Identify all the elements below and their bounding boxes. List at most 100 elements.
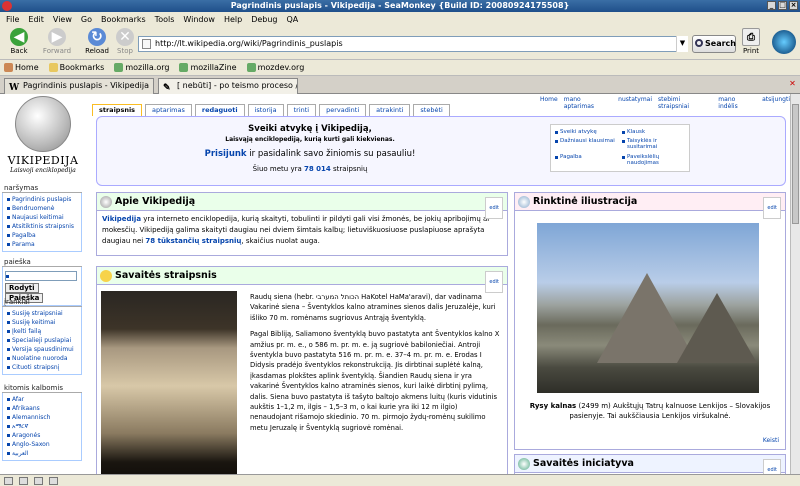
user-link-logout[interactable]: atsijungti: [762, 96, 790, 110]
quick-link-ask[interactable]: Klausk: [622, 129, 685, 136]
quick-link-policies[interactable]: Taisyklės ir susitarimai: [622, 138, 685, 151]
url-input[interactable]: http://lt.wikipedia.org/wiki/Pagrindinis…: [138, 36, 688, 52]
tab-unprotect[interactable]: atrakinti: [369, 104, 411, 116]
user-link-talk[interactable]: mano aptarimas: [564, 96, 612, 110]
tab-watch[interactable]: stebėti: [413, 104, 450, 116]
magnifier-icon: [695, 39, 703, 47]
menu-tools[interactable]: Tools: [155, 15, 175, 24]
status-icon-3[interactable]: [34, 476, 43, 485]
printer-icon: ⎙: [742, 28, 760, 46]
tool-upload-file[interactable]: Įkelti failą: [7, 327, 79, 336]
go-button[interactable]: Rodyti: [5, 283, 39, 293]
count-prefix: Šiuo metu yra: [252, 165, 304, 173]
edit-initiative-button[interactable]: edit: [763, 459, 781, 474]
tool-special-pages[interactable]: Specialieji puslapiai: [7, 336, 79, 345]
lang-alemannisch[interactable]: Alemannisch: [7, 413, 79, 422]
menu-help[interactable]: Help: [224, 15, 242, 24]
page-tabs: straipsnis aptarimas redaguoti istorija …: [92, 104, 450, 116]
lang-aragones[interactable]: Aragonés: [7, 431, 79, 440]
sidebar-item-help[interactable]: Pagalba: [7, 231, 79, 240]
edit-about-button[interactable]: edit: [485, 197, 503, 219]
user-link-watchlist[interactable]: stebimi straipsniai: [658, 96, 712, 110]
maximize-button[interactable]: □: [778, 1, 787, 10]
print-button[interactable]: ⎙ Print: [736, 28, 766, 58]
sidebar-item-recent-changes[interactable]: Naujausi keitimai: [7, 213, 79, 222]
back-label: Back: [10, 47, 28, 55]
menu-qa[interactable]: QA: [287, 15, 299, 24]
logo-name: VIKIPEDIJA: [7, 154, 79, 167]
about-paragraph: Vikipedija yra interneto enciklopedija, …: [97, 211, 507, 250]
lang-afrikaans[interactable]: Afrikaans: [7, 404, 79, 413]
user-link-contributions[interactable]: mano indėlis: [718, 96, 756, 110]
join-link[interactable]: Prisijunk: [205, 149, 247, 159]
quick-link-images[interactable]: Paveikslėlių naudojimas: [622, 154, 685, 167]
western-wall-image[interactable]: [101, 291, 237, 474]
edit-featured-button[interactable]: edit: [763, 197, 781, 219]
vertical-scrollbar[interactable]: [790, 94, 800, 474]
browser-tab-2[interactable]: ✎ [ nebūti] - po teismo proceso / K...: [158, 78, 298, 94]
stop-button[interactable]: ✕ Stop: [108, 28, 142, 58]
initiative-heading: Savaitės iniciatyva edit: [515, 455, 785, 474]
scrollbar-thumb[interactable]: [792, 104, 799, 224]
bookmark-mozillazine[interactable]: mozillaZine: [179, 63, 237, 72]
tool-printable[interactable]: Versija spausdinimui: [7, 345, 79, 354]
tool-related-changes[interactable]: Susiję keitimai: [7, 318, 79, 327]
tool-permanent-link[interactable]: Nuolatine nuoroda: [7, 354, 79, 363]
menu-window[interactable]: Window: [183, 15, 215, 24]
bookmark-bookmarks[interactable]: Bookmarks: [48, 63, 104, 72]
tab-history[interactable]: istorija: [247, 104, 284, 116]
quick-link-faq[interactable]: Dažniausi klausimai: [555, 138, 618, 151]
close-window-button[interactable]: ×: [789, 1, 798, 10]
minimize-button[interactable]: _: [767, 1, 776, 10]
tab-edit[interactable]: redaguoti: [194, 104, 245, 116]
browser-tab-1[interactable]: W Pagrindinis puslapis - Vikipedija: [4, 78, 154, 94]
forward-button[interactable]: ▶ Forward: [40, 28, 74, 58]
article-count-link[interactable]: 78 014: [304, 165, 331, 173]
quick-link-welcome[interactable]: Sveiki atvykę: [555, 129, 618, 136]
bookmark-mozdev[interactable]: mozdev.org: [246, 63, 304, 72]
sidebar-item-community[interactable]: Bendruomenė: [7, 204, 79, 213]
quick-link-help[interactable]: Pagalba: [555, 154, 618, 167]
tool-cite[interactable]: Cituoti straipsnį: [7, 363, 79, 372]
menu-view[interactable]: View: [53, 15, 72, 24]
sidebar-item-donate[interactable]: Parama: [7, 240, 79, 249]
status-icon-1[interactable]: [4, 476, 13, 485]
article-count-inline-link[interactable]: 78 tūkstančių straipsnių: [145, 237, 241, 245]
bookmarks-folder-icon: [48, 63, 58, 72]
bookmark-home[interactable]: Home: [4, 63, 39, 72]
sidebar-item-main-page[interactable]: Pagrindinis puslapis: [7, 195, 79, 204]
bookmark-mozilla-org[interactable]: mozilla.org: [114, 63, 169, 72]
url-dropdown-icon[interactable]: ▼: [676, 36, 688, 52]
status-icon-2[interactable]: [19, 476, 28, 485]
menu-debug[interactable]: Debug: [251, 15, 277, 24]
tab-move[interactable]: pervadinti: [319, 104, 367, 116]
lang-amharic[interactable]: አማርኛ: [7, 422, 79, 431]
window-titlebar[interactable]: Pagrindinis puslapis - Vikipedija - SeaM…: [0, 0, 800, 12]
lang-anglo-saxon[interactable]: Anglo-Saxon: [7, 440, 79, 449]
wiki-search-input[interactable]: [5, 271, 77, 281]
tab-article[interactable]: straipsnis: [92, 104, 143, 116]
user-link-preferences[interactable]: nustatymai: [618, 96, 652, 110]
menu-go[interactable]: Go: [81, 15, 92, 24]
close-tab-icon[interactable]: ✕: [788, 80, 797, 89]
menu-file[interactable]: File: [6, 15, 19, 24]
menu-edit[interactable]: Edit: [28, 15, 44, 24]
print-label: Print: [742, 47, 760, 55]
featured-more-link[interactable]: Keisti: [763, 437, 779, 444]
tab-delete[interactable]: trinti: [286, 104, 317, 116]
bookmark-icon: [114, 63, 124, 72]
status-icon-4[interactable]: [49, 476, 58, 485]
sidebar-item-random[interactable]: Atsitiktinis straipsnis: [7, 222, 79, 231]
back-button[interactable]: ◀ Back: [2, 28, 36, 58]
search-button[interactable]: Search: [692, 35, 736, 53]
wikipedia-logo[interactable]: VIKIPEDIJA Laisvoji enciklopedija: [4, 96, 82, 182]
lang-arabic[interactable]: العربية: [7, 449, 79, 458]
menu-bookmarks[interactable]: Bookmarks: [101, 15, 146, 24]
lang-afar[interactable]: Afar: [7, 395, 79, 404]
user-link-home[interactable]: Home: [540, 96, 558, 110]
tool-what-links-here[interactable]: Susiję straipsniai: [7, 309, 79, 318]
wikipedia-link[interactable]: Vikipedija: [102, 215, 141, 223]
tab-discussion[interactable]: aptarimas: [145, 104, 192, 116]
rysy-mountain-image[interactable]: [537, 223, 759, 393]
tools-heading: įrankiai: [2, 298, 82, 307]
